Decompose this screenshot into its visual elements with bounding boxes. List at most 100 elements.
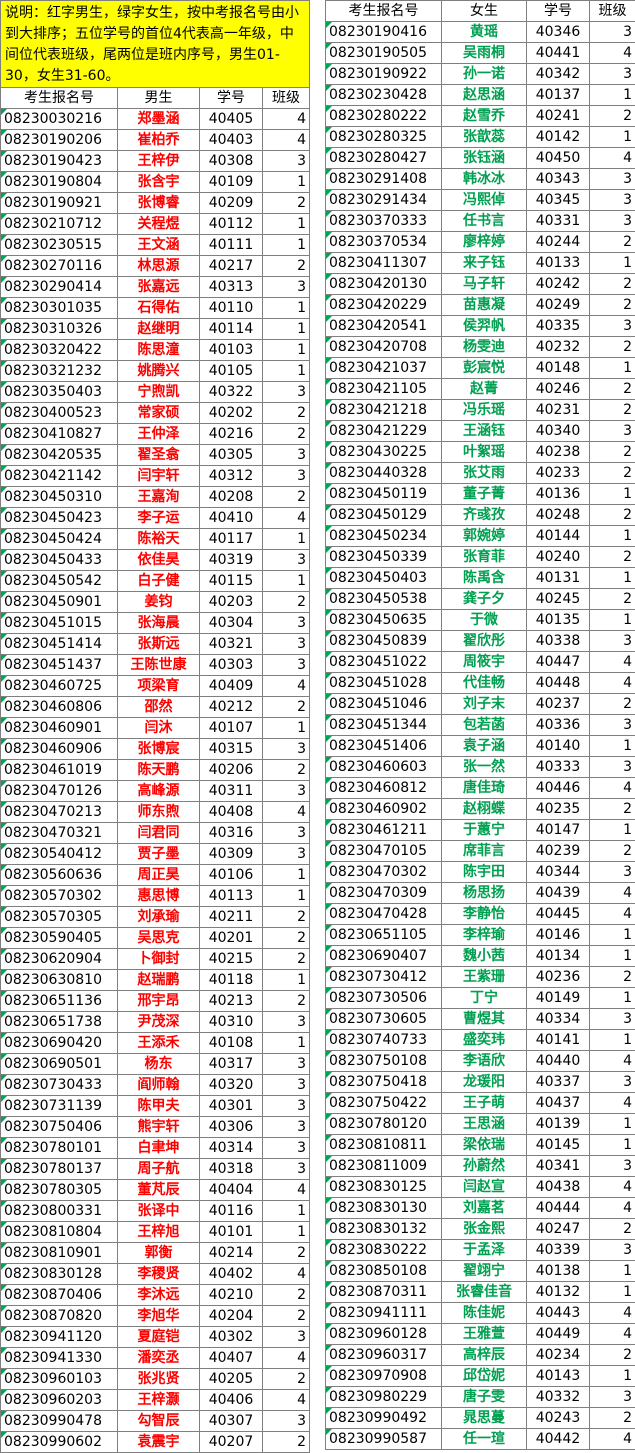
student-name-cell: 曹煜其 (442, 1009, 527, 1030)
student-id-cell: 40110 (200, 298, 263, 319)
header-exam-number: 考生报名号 (326, 1, 442, 22)
table-row: 08230690420王添禾401081 (1, 1033, 310, 1054)
class-cell: 3 (590, 715, 635, 736)
student-id-cell: 40403 (200, 130, 263, 151)
table-row: 08230310326赵继明401141 (1, 319, 310, 340)
class-cell: 1 (590, 526, 635, 547)
exam-number-cell: 08230870820 (1, 1306, 118, 1327)
exam-number-cell: 08230730506 (326, 988, 442, 1009)
student-name-cell: 闫沐 (118, 718, 200, 739)
student-name-cell: 张斯远 (118, 634, 200, 655)
class-cell: 3 (590, 190, 635, 211)
exam-number-cell: 08230470213 (1, 802, 118, 823)
student-id-cell: 40203 (200, 592, 263, 613)
table-row: 08230731139陈甲夫403013 (1, 1096, 310, 1117)
student-id-cell: 40247 (527, 1219, 590, 1240)
student-id-cell: 40115 (200, 571, 263, 592)
exam-number-cell: 08230270116 (1, 256, 118, 277)
student-id-cell: 40248 (527, 505, 590, 526)
student-id-cell: 40105 (200, 361, 263, 382)
student-name-cell: 张含宇 (118, 172, 200, 193)
student-id-cell: 40449 (527, 1324, 590, 1345)
exam-number-cell: 08230690407 (326, 946, 442, 967)
exam-number-cell: 08230960103 (1, 1369, 118, 1390)
student-name-cell: 孙蔚然 (442, 1156, 527, 1177)
student-id-cell: 40408 (200, 802, 263, 823)
student-id-cell: 40440 (527, 1051, 590, 1072)
student-id-cell: 40211 (200, 907, 263, 928)
student-name-cell: 刘承瑜 (118, 907, 200, 928)
exam-number-cell: 08230750406 (1, 1117, 118, 1138)
header-class: 班级 (590, 1, 635, 22)
student-id-cell: 40312 (200, 466, 263, 487)
student-name-cell: 郭婉婷 (442, 526, 527, 547)
student-id-cell: 40136 (527, 484, 590, 505)
class-cell: 3 (590, 22, 635, 43)
exam-number-cell: 08230811009 (326, 1156, 442, 1177)
exam-number-cell: 08230590405 (1, 928, 118, 949)
student-id-cell: 40106 (200, 865, 263, 886)
class-cell: 4 (590, 1177, 635, 1198)
student-name-cell: 张兆贤 (118, 1369, 200, 1390)
exam-number-cell: 08230461211 (326, 820, 442, 841)
class-cell: 1 (590, 988, 635, 1009)
student-id-cell: 40315 (200, 739, 263, 760)
table-row: 08230440328张艾雨402332 (326, 463, 635, 484)
exam-number-cell: 08230990492 (326, 1408, 442, 1429)
student-name-cell: 张歆蕊 (442, 127, 527, 148)
exam-number-cell: 08230730412 (326, 967, 442, 988)
exam-number-cell: 08230450635 (326, 610, 442, 631)
exam-number-cell: 08230830130 (326, 1198, 442, 1219)
table-row: 08230830132张金熙402472 (326, 1219, 635, 1240)
student-id-cell: 40407 (200, 1348, 263, 1369)
class-cell: 3 (263, 151, 310, 172)
student-name-cell: 张海晨 (118, 613, 200, 634)
class-cell: 1 (263, 235, 310, 256)
class-cell: 3 (590, 1240, 635, 1261)
exam-number-cell: 08230470302 (326, 862, 442, 883)
class-cell: 1 (590, 925, 635, 946)
table-row: 08230450403陈禹含401311 (326, 568, 635, 589)
student-id-cell: 40402 (200, 1264, 263, 1285)
student-id-cell: 40341 (527, 1156, 590, 1177)
student-id-cell: 40241 (527, 106, 590, 127)
exam-number-cell: 08230570305 (1, 907, 118, 928)
student-id-cell: 40340 (527, 421, 590, 442)
table-row: 08230030216郑墨涵404054 (1, 109, 310, 130)
student-name-cell: 马子轩 (442, 274, 527, 295)
class-cell: 2 (263, 1243, 310, 1264)
student-name-cell: 王梓伊 (118, 151, 200, 172)
table-row: 08230451406袁子涵401401 (326, 736, 635, 757)
student-name-cell: 依佳昊 (118, 550, 200, 571)
table-row: 08230730506丁宁401491 (326, 988, 635, 1009)
student-id-cell: 40201 (200, 928, 263, 949)
student-name-cell: 郑墨涵 (118, 109, 200, 130)
exam-number-cell: 08230830132 (326, 1219, 442, 1240)
class-cell: 3 (590, 1072, 635, 1093)
student-name-cell: 侯羿帆 (442, 316, 527, 337)
student-name-cell: 于微 (442, 610, 527, 631)
student-id-cell: 40339 (527, 1240, 590, 1261)
table-row: 08230190922孙一诺403423 (326, 64, 635, 85)
student-name-cell: 叶絮瑶 (442, 442, 527, 463)
student-id-cell: 40317 (200, 1054, 263, 1075)
student-name-cell: 张金熙 (442, 1219, 527, 1240)
exam-number-cell: 08230451028 (326, 673, 442, 694)
class-cell: 3 (263, 739, 310, 760)
student-id-cell: 40308 (200, 151, 263, 172)
class-cell: 2 (263, 592, 310, 613)
student-name-cell: 惠思博 (118, 886, 200, 907)
table-row: 08230420708杨雯迪402322 (326, 337, 635, 358)
class-cell: 4 (263, 676, 310, 697)
exam-number-cell: 08230960317 (326, 1345, 442, 1366)
class-cell: 3 (263, 781, 310, 802)
class-cell: 1 (263, 298, 310, 319)
class-cell: 2 (263, 1369, 310, 1390)
student-name-cell: 李梓瑜 (442, 925, 527, 946)
student-name-cell: 阎师翰 (118, 1075, 200, 1096)
student-id-cell: 40335 (527, 316, 590, 337)
table-row: 08230810811梁依瑞401451 (326, 1135, 635, 1156)
table-row: 08230450542白子健401151 (1, 571, 310, 592)
exam-number-cell: 08230460725 (1, 676, 118, 697)
class-cell: 3 (263, 613, 310, 634)
